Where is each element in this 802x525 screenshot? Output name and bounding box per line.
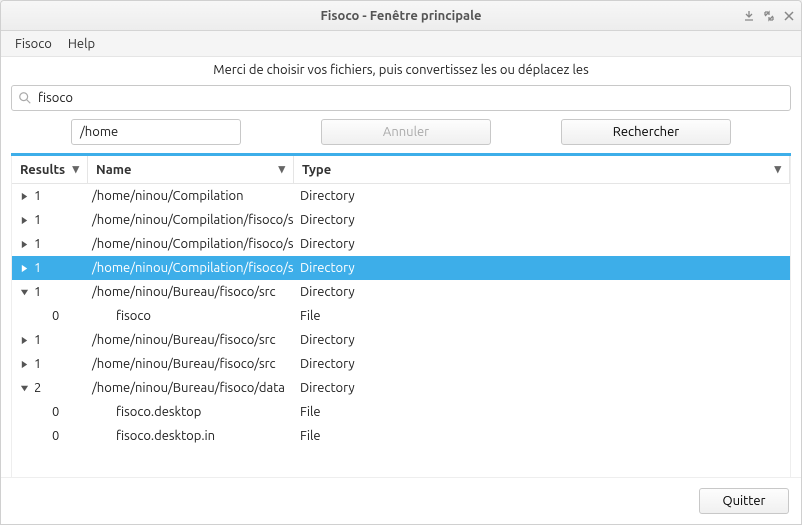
column-results[interactable]: Results ▾ [12, 156, 88, 183]
search-input[interactable]: fisoco [11, 85, 791, 111]
results-cell: 2 [12, 381, 88, 395]
type-cell: Directory [294, 261, 790, 275]
results-cell: 0 [12, 405, 88, 419]
result-count: 1 [32, 213, 41, 227]
name-cell: fisoco.desktop [88, 405, 294, 419]
name-cell: fisoco [88, 309, 294, 323]
menubar: Fisoco Help [1, 31, 801, 57]
type-cell: File [294, 429, 790, 443]
results-cell: 1 [12, 237, 88, 251]
type-cell: Directory [294, 381, 790, 395]
column-type[interactable]: Type ▾ [294, 156, 790, 183]
result-count: 0 [50, 405, 59, 419]
results-cell: 1 [12, 213, 88, 227]
tree-row[interactable]: 1/home/ninou/CompilationDirectory [12, 184, 790, 208]
window-title: Fisoco - Fenêtre principale [320, 9, 481, 23]
name-cell: /home/ninou/Compilation/fisoco/src [88, 213, 294, 227]
tree-header: Results ▾ Name ▾ Type ▾ [12, 156, 790, 184]
sort-arrow-icon: ▾ [278, 162, 285, 177]
type-cell: File [294, 405, 790, 419]
results-cell: 1 [12, 189, 88, 203]
results-tree: Results ▾ Name ▾ Type ▾ 1/home/ninou/Com… [11, 156, 791, 477]
sort-arrow-icon: ▾ [774, 162, 781, 177]
tree-row[interactable]: 1/home/ninou/Compilation/fisoco/srcDirec… [12, 256, 790, 280]
expand-icon[interactable] [18, 360, 30, 369]
result-count: 0 [50, 309, 59, 323]
results-cell: 1 [12, 357, 88, 371]
search-button[interactable]: Rechercher [561, 119, 731, 145]
footer: Quitter [1, 477, 801, 524]
result-count: 1 [32, 285, 41, 299]
expand-icon[interactable] [18, 216, 30, 225]
type-cell: Directory [294, 285, 790, 299]
tree-row[interactable]: 1/home/ninou/Bureau/fisoco/srcDirectory [12, 328, 790, 352]
tree-row[interactable]: 1/home/ninou/Bureau/fisoco/srcDirectory [12, 280, 790, 304]
tree-child-row[interactable]: 0 fisocoFile [12, 304, 790, 328]
results-cell: 1 [12, 333, 88, 347]
name-cell: /home/ninou/Compilation [88, 189, 294, 203]
tree-row[interactable]: 1/home/ninou/Compilation/fisoco/srcDirec… [12, 208, 790, 232]
result-count: 2 [32, 381, 41, 395]
result-count: 1 [32, 189, 41, 203]
type-cell: Directory [294, 237, 790, 251]
expand-icon[interactable] [18, 240, 30, 249]
type-cell: Directory [294, 357, 790, 371]
result-count: 0 [50, 429, 59, 443]
expand-icon[interactable] [18, 192, 30, 201]
result-count: 1 [32, 357, 41, 371]
cancel-button: Annuler [321, 119, 491, 145]
type-cell: Directory [294, 333, 790, 347]
result-count: 1 [32, 333, 41, 347]
name-cell: /home/ninou/Bureau/fisoco/src [88, 285, 294, 299]
tree-row[interactable]: 1/home/ninou/Compilation/fisoco/srcDirec… [12, 232, 790, 256]
results-cell: 1 [12, 261, 88, 275]
name-cell: /home/ninou/Compilation/fisoco/src [88, 261, 294, 275]
path-value: /home [80, 125, 118, 139]
type-cell: Directory [294, 213, 790, 227]
name-cell: /home/ninou/Compilation/fisoco/src [88, 237, 294, 251]
name-cell: fisoco.desktop.in [88, 429, 294, 443]
sort-arrow-icon: ▾ [72, 162, 79, 177]
tree-row[interactable]: 1/home/ninou/Bureau/fisoco/srcDirectory [12, 352, 790, 376]
collapse-icon[interactable] [18, 384, 30, 393]
name-cell: /home/ninou/Bureau/fisoco/data [88, 381, 294, 395]
window-controls [743, 10, 795, 22]
path-input[interactable]: /home [71, 119, 241, 145]
result-count: 1 [32, 237, 41, 251]
expand-icon[interactable] [18, 264, 30, 273]
results-cell: 0 [12, 429, 88, 443]
tree-body[interactable]: 1/home/ninou/CompilationDirectory1/home/… [12, 184, 790, 477]
search-value: fisoco [38, 91, 73, 105]
tree-row[interactable]: 2/home/ninou/Bureau/fisoco/dataDirectory [12, 376, 790, 400]
name-cell: /home/ninou/Bureau/fisoco/src [88, 357, 294, 371]
quit-button[interactable]: Quitter [699, 488, 789, 514]
collapse-icon[interactable] [18, 288, 30, 297]
instruction-text: Merci de choisir vos fichiers, puis conv… [1, 57, 801, 81]
menu-fisoco[interactable]: Fisoco [7, 33, 60, 55]
results-cell: 0 [12, 309, 88, 323]
column-name[interactable]: Name ▾ [88, 156, 294, 183]
result-count: 1 [32, 261, 41, 275]
results-cell: 1 [12, 285, 88, 299]
name-cell: /home/ninou/Bureau/fisoco/src [88, 333, 294, 347]
expand-icon[interactable] [18, 336, 30, 345]
type-cell: Directory [294, 189, 790, 203]
tree-child-row[interactable]: 0 fisoco.desktop.inFile [12, 424, 790, 448]
main-window: Fisoco - Fenêtre principale Fisoco Help … [0, 0, 802, 525]
maximize-icon[interactable] [763, 10, 775, 22]
menu-help[interactable]: Help [60, 33, 103, 55]
type-cell: File [294, 309, 790, 323]
tree-child-row[interactable]: 0 fisoco.desktopFile [12, 400, 790, 424]
titlebar: Fisoco - Fenêtre principale [1, 1, 801, 31]
search-icon [18, 91, 32, 105]
close-icon[interactable] [783, 10, 795, 22]
minimize-icon[interactable] [743, 10, 755, 22]
